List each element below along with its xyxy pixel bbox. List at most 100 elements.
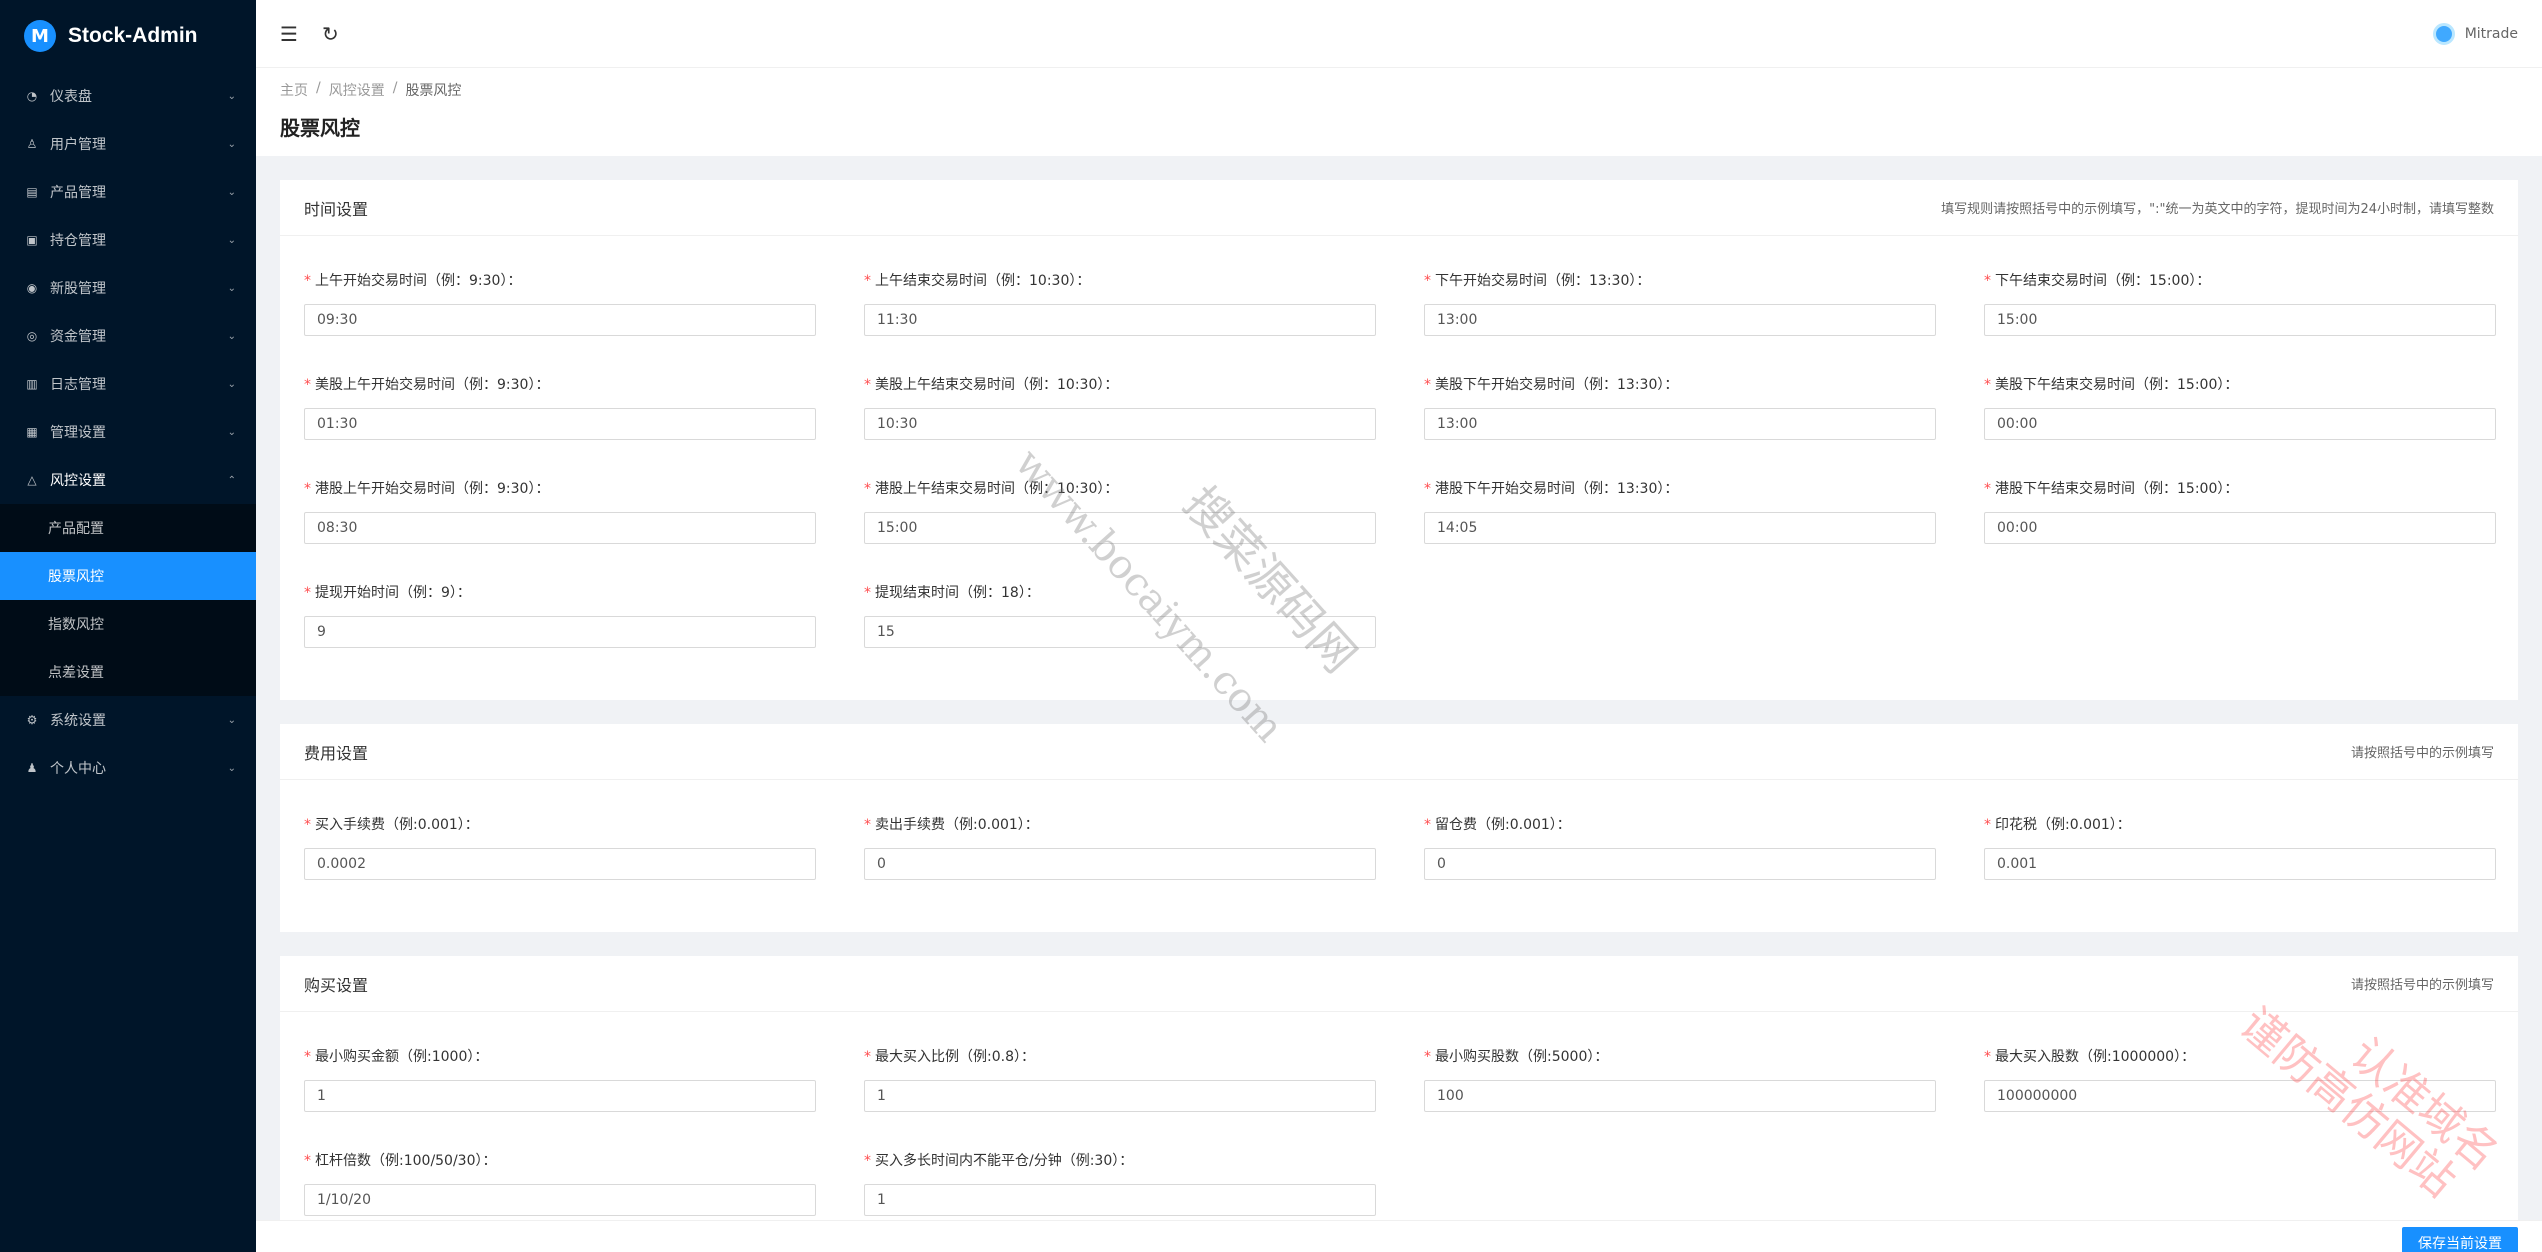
- text-input[interactable]: 13:00: [1424, 304, 1936, 336]
- buy-settings-card: 购买设置 请按照括号中的示例填写 * 最小购买金额（例:1000）： 1 * 最大买入比…: [280, 956, 2518, 1252]
- sidebar-menu: ◔ 仪表盘 ⌄ ♙ 用户管理 ⌄ ▤ 产品管理 ⌄ ▣ 持仓管理 ⌄ ◉ 新股管理 ⌄ ◎ 资金管理 ⌄ ▥ 日志管理…: [0, 72, 256, 792]
- time-form: * 上午开始交易时间（例：9:30）： 09:30 * 上午结束交易时间（例：10:30…: [280, 236, 2518, 700]
- required-mark: *: [304, 585, 311, 601]
- sidebar-item[interactable]: ◉ 新股管理 ⌄: [0, 264, 256, 312]
- text-input[interactable]: 15: [864, 616, 1376, 648]
- required-mark: *: [1424, 273, 1431, 289]
- required-mark: *: [304, 817, 311, 833]
- required-mark: *: [1424, 1049, 1431, 1065]
- user-menu[interactable]: Mitrade: [2432, 22, 2518, 45]
- text-input[interactable]: 15:00: [864, 512, 1376, 544]
- text-input[interactable]: 100: [1424, 1080, 1936, 1112]
- card-title: 时间设置: [304, 199, 369, 219]
- text-input[interactable]: 11:30: [864, 304, 1376, 336]
- text-input[interactable]: 08:30: [304, 512, 816, 544]
- file-icon: ▣: [26, 233, 38, 247]
- text-input[interactable]: 09:30: [304, 304, 816, 336]
- required-mark: *: [304, 1049, 311, 1065]
- field-label-text: 卖出手续费（例:0.001）：: [875, 817, 1039, 833]
- menu-fold-icon[interactable]: ☰: [280, 22, 298, 46]
- username: Mitrade: [2464, 25, 2518, 42]
- text-input[interactable]: 0.0002: [304, 848, 816, 880]
- text-input[interactable]: 01:30: [304, 408, 816, 440]
- required-mark: *: [864, 377, 871, 393]
- chevron-down-icon: ⌄: [227, 762, 236, 774]
- sidebar-item[interactable]: ◔ 仪表盘 ⌄: [0, 72, 256, 120]
- card-hint: 请按照括号中的示例填写: [2350, 746, 2494, 761]
- field-label-text: 最小购买金额（例:1000）：: [315, 1049, 489, 1065]
- field-label: * 最大买入比例（例:0.8）：: [864, 1046, 1376, 1068]
- text-input[interactable]: 0.001: [1984, 848, 2496, 880]
- sidebar-item[interactable]: ♙ 用户管理 ⌄: [0, 120, 256, 168]
- field-label-text: 最小购买股数（例:5000）：: [1435, 1049, 1609, 1065]
- sidebar-item[interactable]: ▤ 产品管理 ⌄: [0, 168, 256, 216]
- text-input[interactable]: 0: [864, 848, 1376, 880]
- card-hint: 请按照括号中的示例填写: [2350, 978, 2494, 993]
- breadcrumb-risk[interactable]: 风控设置: [329, 80, 385, 100]
- chevron-up-icon: ⌃: [227, 474, 236, 486]
- field-label-text: 港股上午结束交易时间（例：10:30）：: [875, 481, 1119, 497]
- text-input[interactable]: 00:00: [1984, 512, 2496, 544]
- sidebar-item[interactable]: △ 风控设置 ⌃: [0, 456, 256, 504]
- fee-form: * 买入手续费（例:0.001）： 0.0002 * 卖出手续费（例:0.001）： 0 *…: [280, 780, 2518, 932]
- form-field: * 留仓费（例:0.001）： 0: [1424, 814, 1936, 880]
- sidebar-item-label: 新股管理: [50, 281, 106, 297]
- required-mark: *: [864, 481, 871, 497]
- chevron-down-icon: ⌄: [227, 426, 236, 438]
- logo[interactable]: M Stock-Admin: [0, 0, 256, 72]
- field-label: * 上午结束交易时间（例：10:30）：: [864, 270, 1376, 292]
- field-label: * 港股上午开始交易时间（例：9:30）：: [304, 478, 816, 500]
- refresh-icon[interactable]: ↻: [322, 22, 339, 46]
- sidebar-item[interactable]: ▣ 持仓管理 ⌄: [0, 216, 256, 264]
- field-label-text: 买入多长时间内不能平仓/分钟（例:30）：: [875, 1153, 1134, 1169]
- form-field: * 上午结束交易时间（例：10:30）： 11:30: [864, 270, 1376, 336]
- required-mark: *: [1424, 377, 1431, 393]
- save-settings-button[interactable]: 保存当前设置: [2402, 1227, 2518, 1252]
- page-header: 主页 / 风控设置 / 股票风控 股票风控: [256, 68, 2542, 156]
- field-label: * 港股下午结束交易时间（例：15:00）：: [1984, 478, 2496, 500]
- sidebar-item-label: 日志管理: [50, 377, 106, 393]
- text-input[interactable]: 1/10/20: [304, 1184, 816, 1216]
- sidebar-item[interactable]: ▦ 管理设置 ⌄: [0, 408, 256, 456]
- text-input[interactable]: 10:30: [864, 408, 1376, 440]
- text-input[interactable]: 15:00: [1984, 304, 2496, 336]
- breadcrumb-home[interactable]: 主页: [280, 80, 308, 100]
- text-input[interactable]: 9: [304, 616, 816, 648]
- text-input[interactable]: 1: [304, 1080, 816, 1112]
- chevron-down-icon: ⌄: [227, 90, 236, 102]
- submenu-item[interactable]: 产品配置: [0, 504, 256, 552]
- fee-settings-card: 费用设置 请按照括号中的示例填写 * 买入手续费（例:0.001）： 0.0002 *…: [280, 724, 2518, 932]
- text-input[interactable]: 00:00: [1984, 408, 2496, 440]
- sidebar-item[interactable]: ♟ 个人中心 ⌄: [0, 744, 256, 792]
- submenu-item[interactable]: 股票风控: [0, 552, 256, 600]
- required-mark: *: [864, 1153, 871, 1169]
- avatar[interactable]: [2432, 22, 2455, 45]
- footer-bar: 保存当前设置: [256, 1220, 2542, 1252]
- required-mark: *: [864, 817, 871, 833]
- user-icon: ♙: [26, 137, 38, 151]
- form-field: * 美股下午开始交易时间（例：13:30）： 13:00: [1424, 374, 1936, 440]
- sidebar-item[interactable]: ◎ 资金管理 ⌄: [0, 312, 256, 360]
- required-mark: *: [1424, 481, 1431, 497]
- required-mark: *: [304, 1153, 311, 1169]
- required-mark: *: [304, 377, 311, 393]
- text-input[interactable]: 0: [1424, 848, 1936, 880]
- coin-icon: ◎: [26, 329, 38, 343]
- text-input[interactable]: 1: [864, 1184, 1376, 1216]
- text-input[interactable]: 100000000: [1984, 1080, 2496, 1112]
- sidebar-item-label: 产品管理: [50, 185, 106, 201]
- logo-icon: M: [24, 20, 56, 52]
- submenu-item[interactable]: 点差设置: [0, 648, 256, 696]
- field-label: * 上午开始交易时间（例：9:30）：: [304, 270, 816, 292]
- app-title: Stock-Admin: [68, 24, 198, 47]
- text-input[interactable]: 1: [864, 1080, 1376, 1112]
- text-input[interactable]: 13:00: [1424, 408, 1936, 440]
- form-field: * 买入手续费（例:0.001）： 0.0002: [304, 814, 816, 880]
- sidebar-item[interactable]: ⚙ 系统设置 ⌄: [0, 696, 256, 744]
- submenu-item[interactable]: 指数风控: [0, 600, 256, 648]
- form-field: * 卖出手续费（例:0.001）： 0: [864, 814, 1376, 880]
- sidebar-item[interactable]: ▥ 日志管理 ⌄: [0, 360, 256, 408]
- broadcast-icon: ◉: [26, 281, 38, 295]
- text-input[interactable]: 14:05: [1424, 512, 1936, 544]
- dashboard-icon: ◔: [26, 89, 38, 103]
